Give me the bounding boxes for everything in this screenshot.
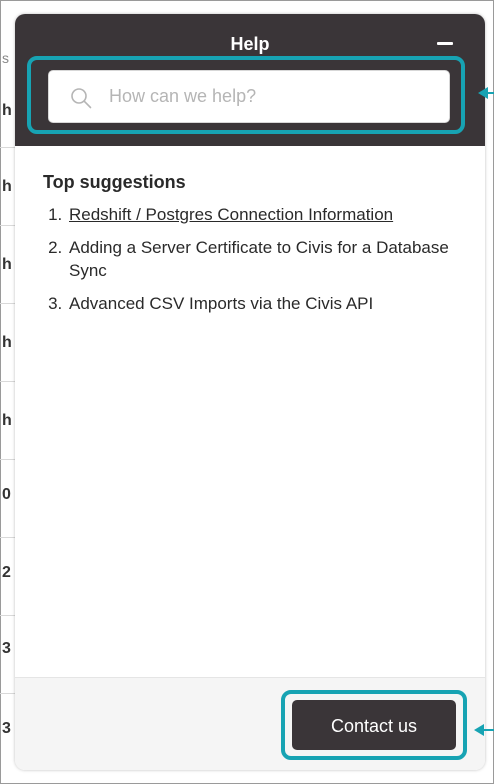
callout-arrowhead-contact: [474, 724, 484, 736]
search-input[interactable]: [109, 71, 439, 122]
suggestions-list: Redshift / Postgres Connection Informati…: [43, 203, 463, 315]
list-item: Advanced CSV Imports via the Civis API: [67, 292, 463, 315]
background-row: h: [0, 226, 16, 304]
list-item: Adding a Server Certificate to Civis for…: [67, 236, 463, 282]
background-row: h: [0, 382, 16, 460]
background-row: 3: [2, 720, 11, 737]
minimize-icon[interactable]: [437, 42, 453, 45]
background-row: 2: [0, 538, 16, 616]
background-row: h: [0, 304, 16, 382]
callout-arrowhead-search: [478, 87, 488, 99]
background-row: h: [0, 70, 16, 148]
search-icon: [71, 88, 92, 109]
background-header-letter: s: [2, 50, 9, 66]
suggestion-link[interactable]: Adding a Server Certificate to Civis for…: [69, 238, 449, 280]
background-row: h: [0, 148, 16, 226]
background-row: 0: [0, 460, 16, 538]
suggestion-link[interactable]: Advanced CSV Imports via the Civis API: [69, 294, 373, 313]
help-widget: Help Top suggestions Redshift / Postgres…: [15, 14, 485, 770]
background-page-edge: s h h h h h 0 2 3 3: [0, 0, 16, 784]
help-title: Help: [230, 34, 270, 54]
list-item: Redshift / Postgres Connection Informati…: [67, 203, 463, 226]
contact-us-button[interactable]: Contact us: [292, 700, 456, 750]
search-box[interactable]: [48, 70, 450, 123]
suggestions-heading: Top suggestions: [43, 172, 186, 192]
suggestion-link[interactable]: Redshift / Postgres Connection Informati…: [69, 205, 393, 224]
background-row: 3: [0, 616, 16, 694]
suggestions-section: Top suggestions Redshift / Postgres Conn…: [43, 172, 463, 325]
